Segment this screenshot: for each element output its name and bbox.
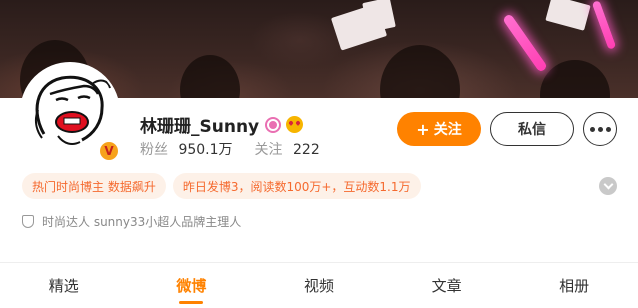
follow-label: 关注 (433, 122, 462, 138)
tab-album[interactable]: 相册 (510, 263, 638, 308)
expand-chevron-icon[interactable] (599, 177, 617, 195)
tab-featured[interactable]: 精选 (0, 263, 128, 308)
heart-eyes-icon[interactable] (286, 116, 304, 133)
verified-text: 时尚达人 sunny33小超人品牌主理人 (42, 215, 242, 229)
profile-name: 林珊珊_Sunny (140, 117, 260, 137)
message-label: 私信 (518, 122, 546, 138)
verified-badge-icon: V (98, 140, 120, 162)
following-label: 关注 (254, 142, 283, 158)
profile-stats: 粉丝 950.1万 关注 222 (140, 139, 320, 159)
profile-tabs: 精选 微博 视频 文章 相册 (0, 262, 638, 308)
more-dot-icon (605, 126, 611, 132)
more-dot-icon (589, 126, 595, 132)
avatar[interactable]: V (20, 62, 120, 162)
verified-info: 时尚达人 sunny33小超人品牌主理人 (22, 213, 241, 230)
fans-stat[interactable]: 粉丝 950.1万 (140, 139, 233, 159)
more-dot-icon (597, 126, 603, 132)
shield-icon (22, 215, 34, 228)
name-row: 林珊珊_Sunny (140, 112, 304, 137)
message-button[interactable]: 私信 (490, 112, 574, 146)
following-stat[interactable]: 关注 222 (255, 139, 320, 159)
profile-tags: 热门时尚博主 数据飙升 昨日发博3，阅读数100万+，互动数1.1万 (22, 173, 421, 199)
follow-button[interactable]: + 关注 (397, 112, 481, 146)
fans-count: 950.1万 (178, 142, 233, 158)
following-count: 222 (293, 142, 320, 158)
tab-video[interactable]: 视频 (255, 263, 383, 308)
activity-tag[interactable]: 昨日发博3，阅读数100万+，互动数1.1万 (172, 173, 421, 199)
pink-badge-icon[interactable] (265, 116, 282, 133)
fans-label: 粉丝 (140, 142, 168, 158)
more-options-button[interactable] (583, 112, 617, 146)
hot-blogger-tag[interactable]: 热门时尚博主 数据飙升 (22, 173, 166, 199)
plus-icon: + (416, 119, 430, 139)
tab-weibo[interactable]: 微博 (128, 263, 256, 308)
tab-articles[interactable]: 文章 (383, 263, 511, 308)
